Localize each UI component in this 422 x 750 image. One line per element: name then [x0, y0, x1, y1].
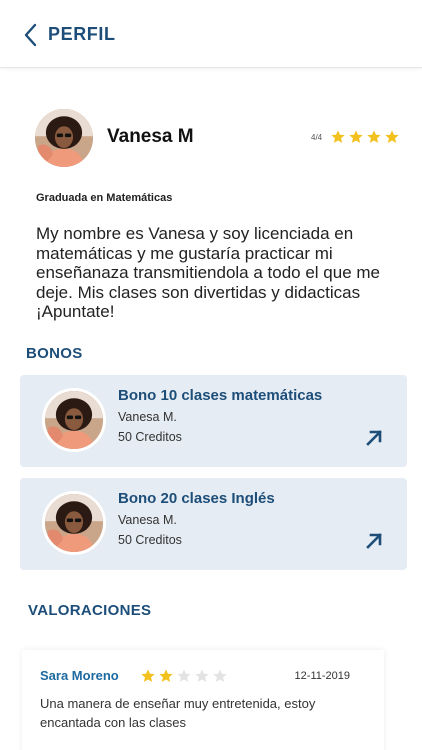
- star-filled-icon: [330, 129, 346, 145]
- profile-avatar: [35, 109, 93, 167]
- page-title: PERFIL: [48, 24, 116, 44]
- review-rating-stars: [140, 668, 228, 684]
- arrow-up-right-icon[interactable]: [365, 532, 383, 550]
- star-empty-icon: [212, 668, 228, 684]
- arrow-up-right-icon[interactable]: [365, 429, 383, 447]
- rating-count: 4/4: [311, 133, 323, 142]
- star-empty-icon: [194, 668, 210, 684]
- reviewer-name: Sara Moreno: [40, 668, 119, 683]
- review-text: Una manera de enseñar muy entretenida, e…: [40, 696, 316, 730]
- bono-teacher: Vanesa M.: [118, 410, 177, 424]
- back-button[interactable]: [20, 22, 44, 48]
- profile-bio: My nombre es Vanesa y soy licenciada en …: [36, 224, 381, 321]
- bonos-section-title: BONOS: [26, 345, 83, 362]
- bono-credits: 50 Creditos: [118, 430, 182, 444]
- chevron-left-icon: [24, 23, 37, 47]
- bono-avatar: [42, 491, 106, 555]
- bono-title: Bono 10 clases matemáticas: [118, 387, 323, 404]
- star-filled-icon: [366, 129, 382, 145]
- star-empty-icon: [176, 668, 192, 684]
- star-filled-icon: [158, 668, 174, 684]
- bono-card[interactable]: Bono 10 clases matemáticas Vanesa M. 50 …: [20, 375, 407, 467]
- app-header: PERFIL: [0, 0, 422, 68]
- profile-name: Vanesa M: [107, 126, 194, 147]
- star-filled-icon: [348, 129, 364, 145]
- bono-credits: 50 Creditos: [118, 533, 182, 547]
- star-filled-icon: [140, 668, 156, 684]
- profile-degree: Graduada en Matemáticas: [36, 192, 173, 204]
- profile-rating-stars: [330, 129, 400, 145]
- review-card: Sara Moreno 12-11-2019 Una manera de ens…: [22, 650, 384, 750]
- bono-teacher: Vanesa M.: [118, 513, 177, 527]
- bono-card[interactable]: Bono 20 clases Inglés Vanesa M. 50 Credi…: [20, 478, 407, 570]
- valoraciones-section-title: VALORACIONES: [28, 602, 152, 619]
- star-filled-icon: [384, 129, 400, 145]
- bono-avatar: [42, 388, 106, 452]
- review-date: 12-11-2019: [294, 670, 350, 682]
- bono-title: Bono 20 clases Inglés: [118, 490, 275, 507]
